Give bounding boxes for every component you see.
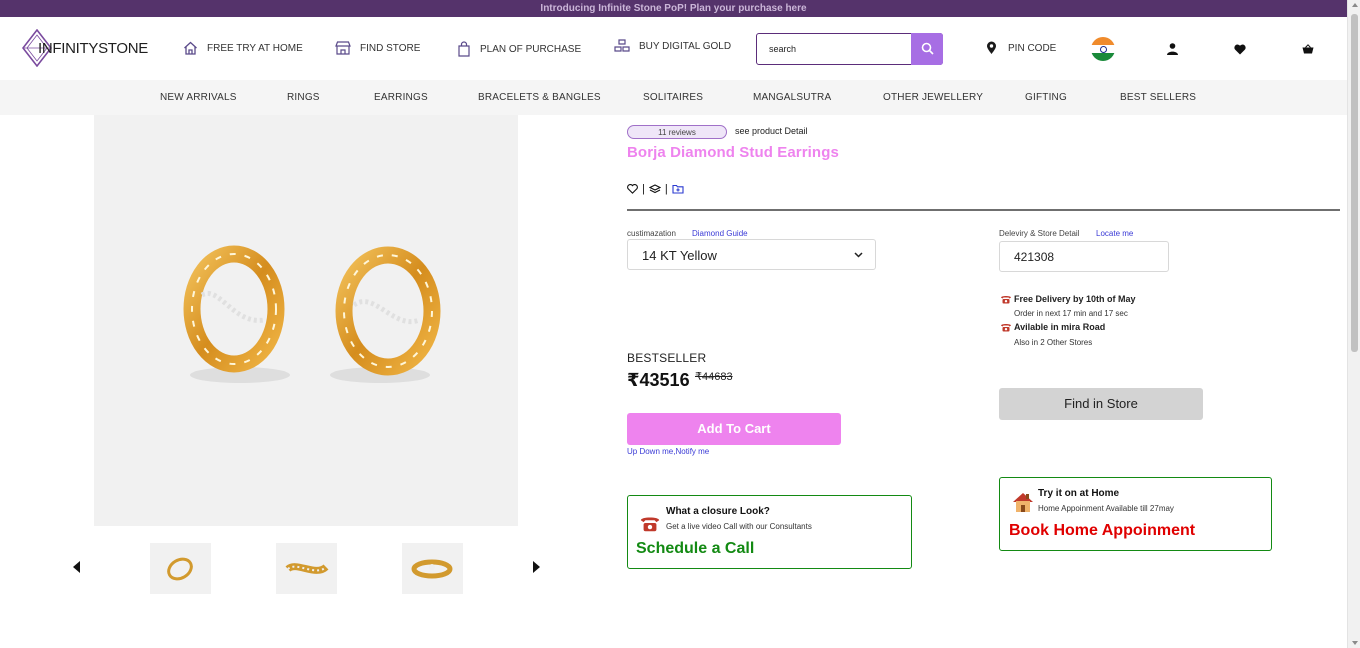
reviews-badge[interactable]: 11 reviews xyxy=(627,125,727,139)
search-box xyxy=(756,32,943,65)
card-title: Try it on at Home xyxy=(1038,488,1120,499)
delivery-label: Deleviry & Store Detail xyxy=(999,229,1080,238)
logo-text: INFINITYSTONE xyxy=(38,39,148,57)
category-gifting[interactable]: GIFTING xyxy=(1025,92,1067,103)
product-actions: | | xyxy=(627,183,684,195)
home-icon xyxy=(184,41,197,55)
separator: | xyxy=(664,183,668,195)
compare-layers-icon[interactable] xyxy=(648,183,661,195)
phone-icon xyxy=(1001,296,1011,304)
thumbnail-2[interactable] xyxy=(276,543,337,594)
schedule-call-link[interactable]: Schedule a Call xyxy=(636,540,754,558)
category-best-sellers[interactable]: BEST SELLERS xyxy=(1120,92,1196,103)
location-pin-icon xyxy=(987,41,996,54)
availability-title: Avilable in mira Road xyxy=(1014,322,1106,332)
chevron-down-icon xyxy=(854,252,863,258)
find-in-store-button[interactable]: Find in Store xyxy=(999,388,1203,420)
bag-icon xyxy=(458,41,470,57)
delivery-title: Free Delivery by 10th of May xyxy=(1014,294,1136,304)
product-title: Borja Diamond Stud Earrings xyxy=(627,144,839,161)
gold-bars-icon xyxy=(614,39,630,52)
logo[interactable]: INFINITYSTONE xyxy=(22,29,148,67)
nav-label: PLAN OF PURCHASE xyxy=(480,43,582,55)
thumbnail-3[interactable] xyxy=(402,543,463,594)
pincode-field[interactable]: 421308 xyxy=(999,241,1169,272)
category-solitaires[interactable]: SOLITAIRES xyxy=(643,92,703,103)
customization-label: custimazation xyxy=(627,229,676,238)
pin-code-selector[interactable]: PIN CODE xyxy=(986,41,1056,55)
card-subtitle: Home Appoinment Available till 27may xyxy=(1038,504,1174,513)
original-price: ₹44683 xyxy=(695,371,733,383)
metal-select-value: 14 KT Yellow xyxy=(642,248,717,263)
notify-me-link[interactable]: Up Down me,Notify me xyxy=(627,447,709,456)
category-mangalsutra[interactable]: MANGALSUTRA xyxy=(753,92,831,103)
thumbnail-1[interactable] xyxy=(150,543,211,594)
nav-free-try-at-home[interactable]: FREE TRY AT HOME xyxy=(183,41,303,55)
earrings-image xyxy=(183,245,441,383)
locate-me-link[interactable]: Locate me xyxy=(1096,229,1133,238)
save-folder-icon[interactable] xyxy=(672,184,684,194)
card-title: What a closure Look? xyxy=(666,506,770,517)
book-home-appointment-link[interactable]: Book Home Appoinment xyxy=(1009,522,1195,540)
home-appointment-card[interactable]: Try it on at Home Home Appoinment Availa… xyxy=(999,477,1272,551)
separator: | xyxy=(642,183,645,195)
see-product-detail-link[interactable]: see product Detail xyxy=(735,126,808,136)
nav-buy-digital-gold[interactable]: BUY DIGITAL GOLD xyxy=(614,39,731,53)
search-button[interactable] xyxy=(911,32,943,65)
pin-code-label: PIN CODE xyxy=(1008,42,1057,54)
bracelet-thumbnail-image xyxy=(285,563,329,574)
phone-icon xyxy=(1001,324,1011,332)
carousel-next-icon[interactable] xyxy=(533,561,540,573)
nav-plan-of-purchase[interactable]: PLAN OF PURCHASE xyxy=(457,41,581,57)
store-icon xyxy=(335,41,351,55)
user-icon[interactable] xyxy=(1167,43,1178,55)
category-other-jewellery[interactable]: OTHER JEWELLERY xyxy=(883,92,983,103)
delivery-countdown: Order in next 17 min and 17 sec xyxy=(1014,309,1128,318)
add-to-cart-button[interactable]: Add To Cart xyxy=(627,413,841,445)
nav-label: FREE TRY AT HOME xyxy=(207,42,303,54)
nav-label: BUY DIGITAL GOLD xyxy=(639,40,732,52)
phone-icon xyxy=(640,517,660,532)
scroll-up-icon[interactable] xyxy=(1352,3,1358,7)
category-rings[interactable]: RINGS xyxy=(287,92,320,103)
search-input[interactable] xyxy=(757,34,911,63)
page: Introducing Infinite Stone PoP! Plan you… xyxy=(0,0,1360,648)
carousel-prev-icon[interactable] xyxy=(73,561,80,573)
diamond-guide-link[interactable]: Diamond Guide xyxy=(692,229,748,238)
announcement-bar[interactable]: Introducing Infinite Stone PoP! Plan you… xyxy=(0,0,1347,17)
wishlist-heart-icon[interactable] xyxy=(627,184,638,194)
nav-find-store[interactable]: FIND STORE xyxy=(335,41,420,55)
band-thumbnail-image xyxy=(411,559,453,579)
heart-icon[interactable] xyxy=(1234,44,1246,55)
category-bracelets-bangles[interactable]: BRACELETS & BANGLES xyxy=(478,92,601,103)
search-icon xyxy=(921,42,934,55)
nav-label: FIND STORE xyxy=(360,42,421,54)
product-image[interactable] xyxy=(94,115,518,526)
metal-select[interactable]: 14 KT Yellow xyxy=(627,239,876,270)
scroll-thumb[interactable] xyxy=(1351,14,1358,352)
product-price: ₹43516 xyxy=(627,370,690,390)
india-flag-icon[interactable] xyxy=(1091,37,1115,61)
availability-info: Avilable in mira Road xyxy=(1000,322,1105,332)
scroll-down-icon[interactable] xyxy=(1352,641,1358,645)
ring-thumbnail-image xyxy=(167,557,193,581)
basket-icon[interactable] xyxy=(1302,44,1314,54)
bestseller-badge: BESTSELLER xyxy=(627,351,707,365)
delivery-info: Free Delivery by 10th of May xyxy=(1000,294,1136,304)
scrollbar[interactable] xyxy=(1347,0,1360,648)
category-nav: NEW ARRIVALS RINGS EARRINGS BRACELETS & … xyxy=(0,80,1347,115)
category-earrings[interactable]: EARRINGS xyxy=(374,92,428,103)
availability-sub: Also in 2 Other Stores xyxy=(1014,338,1093,347)
house-icon xyxy=(1013,493,1033,512)
divider xyxy=(627,209,1340,211)
video-call-card[interactable]: What a closure Look? Get a live video Ca… xyxy=(627,495,912,569)
category-new-arrivals[interactable]: NEW ARRIVALS xyxy=(160,92,237,103)
card-subtitle: Get a live video Call with our Consultan… xyxy=(666,522,812,531)
header: INFINITYSTONE FREE TRY AT HOME FIND STOR… xyxy=(0,17,1347,80)
